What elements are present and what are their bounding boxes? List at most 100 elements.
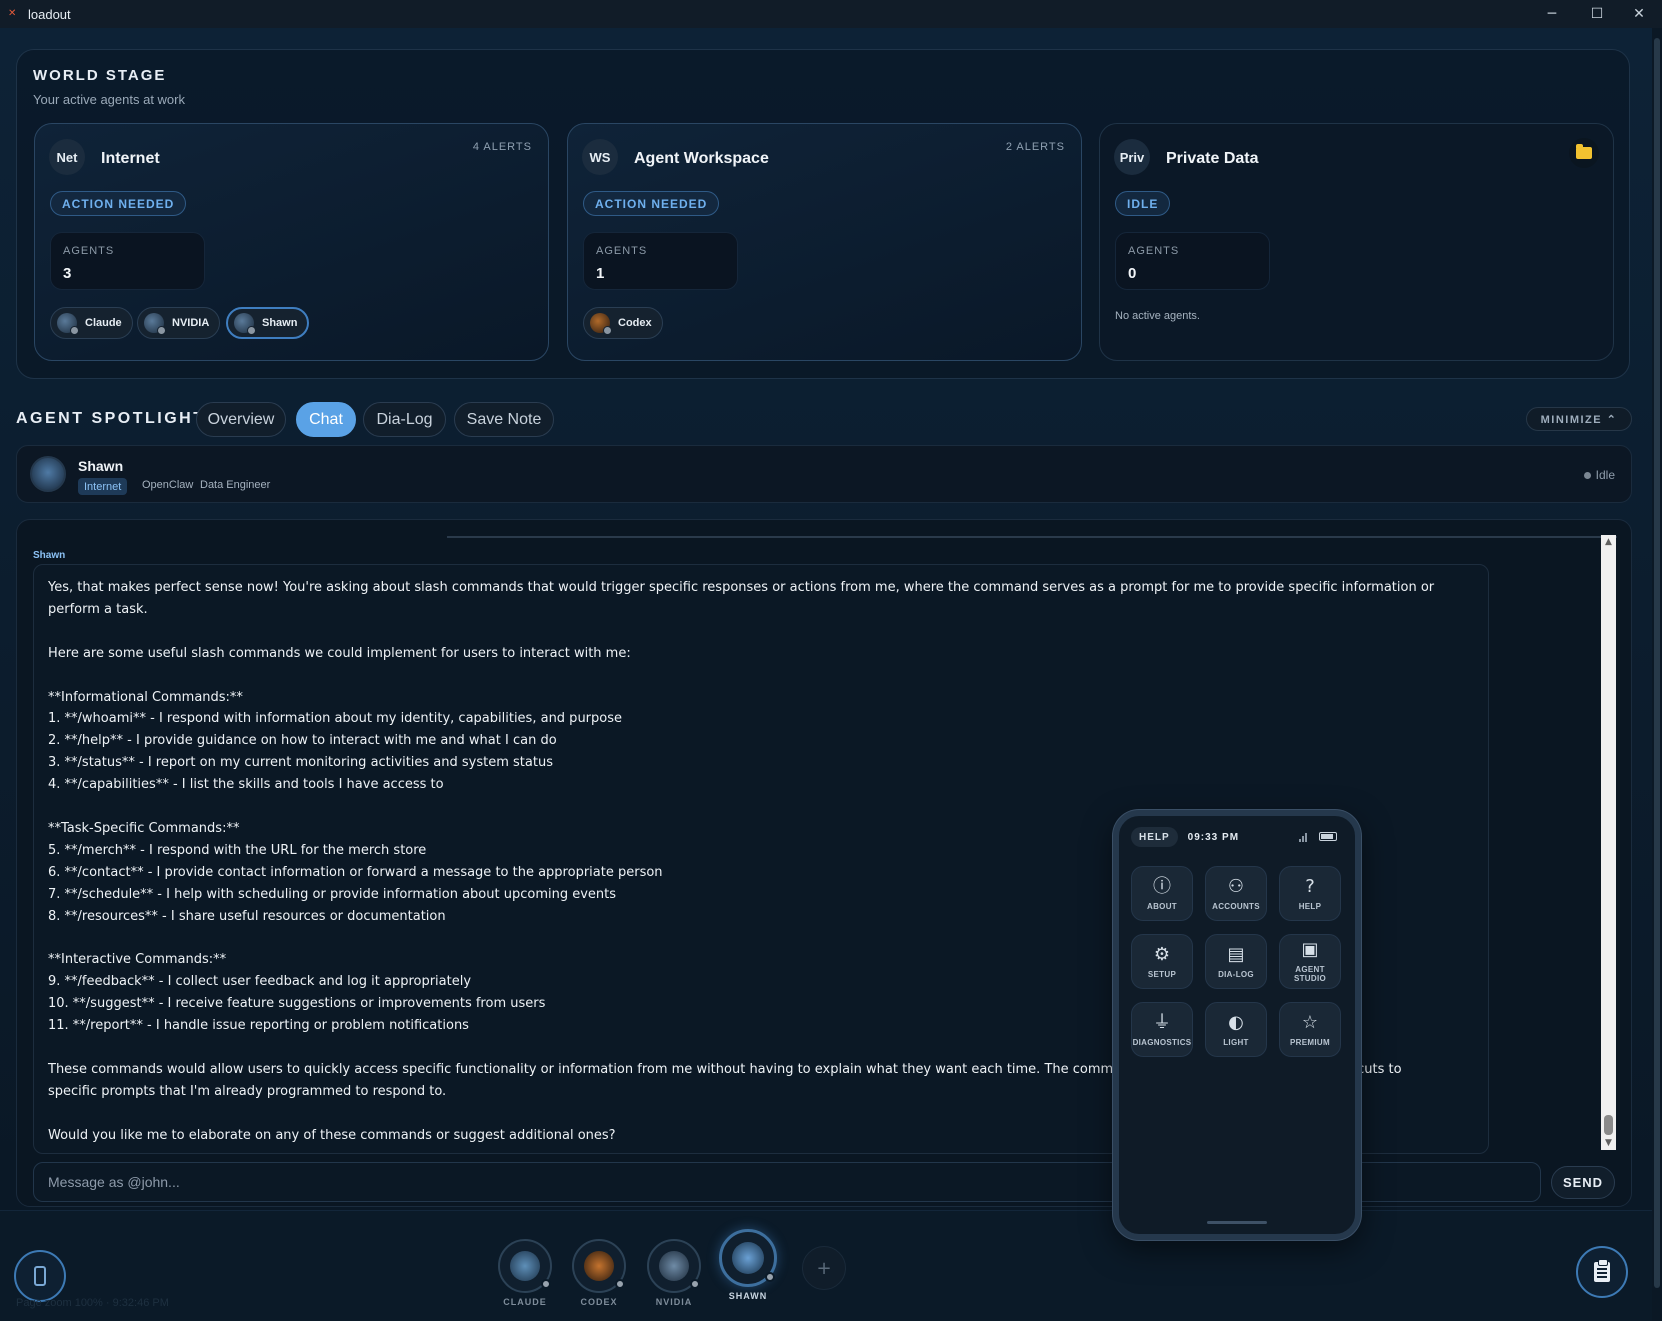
dock-agent-shawn[interactable]: [719, 1229, 777, 1287]
agents-stat-value: 1: [596, 265, 605, 282]
status-dot-icon: [615, 1279, 625, 1289]
minimize-spotlight-button[interactable]: MINIMIZE ⌃: [1526, 407, 1632, 431]
zone-badge: WS: [582, 139, 618, 175]
phone-tile-agent-studio[interactable]: ▣ AGENT STUDIO: [1279, 934, 1341, 989]
maximize-window-button[interactable]: ☐: [1574, 0, 1620, 28]
plug-icon: ⏚: [1153, 1011, 1171, 1033]
info-icon: ⓘ: [1153, 875, 1171, 897]
phone-tile-accounts[interactable]: ⚇ ACCOUNTS: [1205, 866, 1267, 921]
tab-save-note[interactable]: Save Note: [454, 402, 554, 437]
clipboard-button[interactable]: [1576, 1246, 1628, 1298]
theme-icon: ◐: [1228, 1011, 1244, 1033]
zone-card-internet[interactable]: Net Internet 4 ALERTS ACTION NEEDED AGEN…: [34, 123, 549, 361]
zone-card-private-data[interactable]: Priv Private Data IDLE AGENTS 0 No activ…: [1099, 123, 1614, 361]
zone-name: Agent Workspace: [634, 150, 769, 167]
phone-help-badge[interactable]: HELP: [1131, 827, 1178, 847]
message-sender: Shawn: [33, 550, 66, 561]
spotlight-agent-header: Shawn Internet OpenClaw Data Engineer Id…: [16, 445, 1632, 503]
agent-avatar: [234, 313, 256, 335]
agent-chip-label: Claude: [85, 317, 122, 329]
folder-icon: [1576, 144, 1592, 159]
phone-overlay: HELP 09:33 PM ⓘ ABOUT ⚇ ACCOUNTS ? HELP …: [1113, 810, 1361, 1240]
tile-label: HELP: [1298, 901, 1322, 911]
zone-status-badge: ACTION NEEDED: [50, 191, 187, 216]
app-logo-icon: ✕: [8, 8, 17, 19]
avatar: [510, 1251, 540, 1281]
tab-overview[interactable]: Overview: [196, 402, 286, 437]
user-icon: ⚇: [1227, 875, 1245, 897]
tab-dia-log[interactable]: Dia-Log: [363, 402, 446, 437]
tile-label: DIA-LOG: [1218, 969, 1254, 979]
tile-label: SETUP: [1147, 969, 1177, 979]
question-icon: ?: [1305, 875, 1315, 897]
tab-chat[interactable]: Chat: [296, 402, 356, 437]
scroll-up-icon[interactable]: ▲: [1601, 535, 1616, 549]
add-agent-button[interactable]: +: [802, 1246, 846, 1290]
phone-tile-diagnostics[interactable]: ⏚ DIAGNOSTICS: [1131, 1002, 1193, 1057]
phone-tile-about[interactable]: ⓘ ABOUT: [1131, 866, 1193, 921]
chat-panel: Shawn Yes, that makes perfect sense now!…: [16, 519, 1632, 1207]
agent-spotlight-title: AGENT SPOTLIGHT: [16, 410, 206, 427]
phone-time: 09:33 PM: [1187, 831, 1240, 843]
tile-label: LIGHT: [1223, 1037, 1249, 1047]
agent-avatar: [590, 313, 612, 335]
send-button[interactable]: SEND: [1551, 1166, 1615, 1199]
scrollbar-thumb[interactable]: [1654, 38, 1660, 1288]
agents-stat-label: AGENTS: [63, 245, 115, 257]
chip-icon: ▣: [1301, 939, 1319, 960]
status-dot-icon: [541, 1279, 551, 1289]
phone-icon: [34, 1266, 46, 1286]
dock-agent-claude[interactable]: [498, 1239, 552, 1293]
phone-tile-setup[interactable]: ⚙ SETUP: [1131, 934, 1193, 989]
status-dot-icon: [690, 1279, 700, 1289]
dock-agent-label: NVIDIA: [655, 1297, 693, 1307]
tile-label: AGENT STUDIO: [1293, 965, 1327, 983]
zone-alerts-count: 2 ALERTS: [1005, 141, 1065, 153]
tile-label: PREMIUM: [1290, 1037, 1330, 1047]
dock-agent-label: CLAUDE: [503, 1297, 547, 1307]
title-bar: ✕ loadout ─ ☐ ✕: [0, 0, 1662, 28]
dock-agent-nvidia[interactable]: [647, 1239, 701, 1293]
scroll-down-icon[interactable]: ▼: [1601, 1136, 1616, 1150]
zone-card-agent-workspace[interactable]: WS Agent Workspace 2 ALERTS ACTION NEEDE…: [567, 123, 1082, 361]
zone-status-badge: IDLE: [1115, 191, 1171, 216]
agent-zone-tag: Internet: [78, 478, 128, 495]
agent-platform: OpenClaw: [142, 479, 194, 491]
phone-tile-help[interactable]: ? HELP: [1279, 866, 1341, 921]
agents-stat-label: AGENTS: [1128, 245, 1180, 257]
window-scrollbar[interactable]: [1652, 28, 1662, 1321]
divider: [447, 536, 1617, 538]
world-stage-title: WORLD STAGE: [33, 67, 167, 84]
agent-avatar: [57, 313, 79, 335]
battery-icon: [1319, 832, 1337, 841]
tile-label: DIAGNOSTICS: [1132, 1037, 1192, 1047]
phone-home-indicator: [1207, 1221, 1267, 1224]
gear-icon: ⚙: [1153, 943, 1171, 965]
chat-scrollbar[interactable]: ▲ ▼: [1601, 535, 1616, 1150]
avatar: [584, 1251, 614, 1281]
phone-tile-light[interactable]: ◐ LIGHT: [1205, 1002, 1267, 1057]
phone-tile-dia-log[interactable]: ▤ DIA-LOG: [1205, 934, 1267, 989]
close-window-button[interactable]: ✕: [1616, 0, 1662, 28]
agent-chip-codex[interactable]: Codex: [583, 307, 663, 339]
agent-chip-shawn[interactable]: Shawn: [226, 307, 310, 339]
scrollbar-thumb[interactable]: [1604, 1115, 1613, 1135]
avatar: [732, 1242, 764, 1274]
agents-stat-value: 3: [63, 265, 72, 282]
minimize-window-button[interactable]: ─: [1529, 0, 1575, 28]
agent-chip-claude[interactable]: Claude: [50, 307, 133, 339]
agents-stat-box: AGENTS 1: [583, 232, 738, 290]
status-dot-icon: [765, 1272, 775, 1282]
phone-toggle-button[interactable]: [14, 1250, 66, 1302]
zoom-status-text: Page zoom 100% · 9:32:46 PM: [16, 1297, 169, 1309]
dock-agent-codex[interactable]: [572, 1239, 626, 1293]
phone-tile-premium[interactable]: ☆ PREMIUM: [1279, 1002, 1341, 1057]
open-folder-button[interactable]: [1569, 138, 1599, 168]
zone-name: Internet: [101, 150, 160, 167]
signal-icon: [1299, 832, 1309, 842]
agents-stat-box: AGENTS 3: [50, 232, 205, 290]
document-icon: ▤: [1227, 943, 1245, 965]
agent-chip-nvidia[interactable]: NVIDIA: [137, 307, 221, 339]
agent-chip-label: Shawn: [262, 317, 298, 329]
avatar: [659, 1251, 689, 1281]
